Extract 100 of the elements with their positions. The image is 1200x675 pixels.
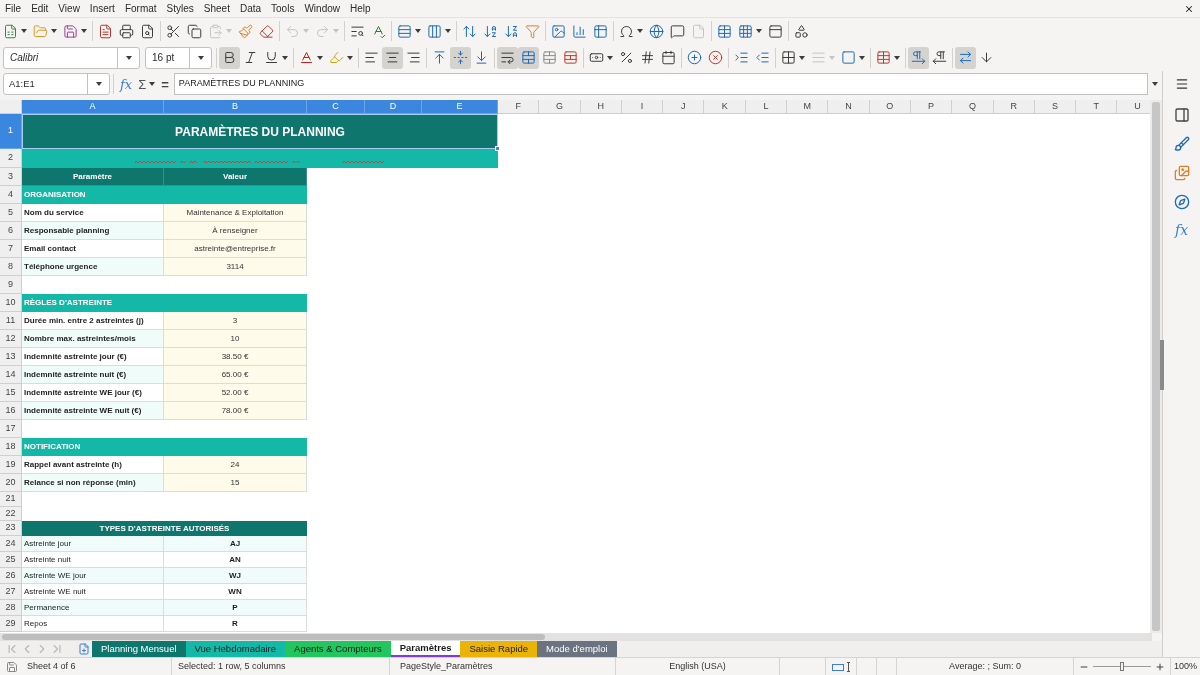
menu-item[interactable]: Window	[299, 0, 345, 17]
dropdown-caret-icon[interactable]	[197, 55, 204, 60]
dropdown-caret-icon[interactable]	[859, 55, 865, 60]
sheet-tab[interactable]: Saisie Rapide	[460, 641, 538, 657]
column-header[interactable]: K	[704, 100, 746, 114]
row-header[interactable]: 17	[0, 420, 22, 438]
menu-item[interactable]: Tools	[266, 0, 300, 17]
font-name-field[interactable]: Calibri	[3, 46, 140, 69]
split-cells-icon[interactable]	[563, 50, 578, 65]
table-icon[interactable]	[876, 50, 891, 65]
wrap-text-button[interactable]	[497, 46, 518, 69]
row-header[interactable]: 14	[0, 366, 22, 384]
search-icon[interactable]	[350, 23, 365, 39]
row-header[interactable]: 8	[0, 258, 22, 276]
column-header[interactable]: P	[910, 100, 953, 114]
dropdown-caret-icon[interactable]	[317, 55, 323, 60]
row-header[interactable]: 12	[0, 330, 22, 348]
globe-icon[interactable]	[649, 23, 664, 39]
dropdown-caret-icon[interactable]	[81, 29, 87, 33]
sort-descending-icon[interactable]	[504, 23, 519, 39]
zoom-reading[interactable]: 100%	[1174, 659, 1197, 674]
column-header[interactable]: G	[539, 100, 581, 114]
align-right-icon[interactable]	[406, 50, 421, 65]
table-icon[interactable]	[593, 23, 608, 39]
formula-input[interactable]: PARAMÈTRES DU PLANNING	[173, 73, 1148, 95]
save-icon[interactable]	[63, 23, 78, 39]
menu-item[interactable]: Insert	[84, 0, 120, 17]
down-arrow-icon[interactable]	[979, 50, 994, 65]
row-header[interactable]: 20	[0, 474, 22, 492]
menu-item[interactable]: File	[0, 0, 27, 17]
borders-icon[interactable]	[781, 50, 796, 65]
dropdown-caret-icon[interactable]	[21, 29, 27, 33]
row-header[interactable]: 25	[0, 552, 22, 568]
row-header[interactable]: 9	[0, 276, 22, 294]
font-color-icon[interactable]	[299, 50, 314, 65]
indent-increase-icon[interactable]	[734, 50, 749, 65]
dropdown-caret-icon[interactable]	[95, 82, 102, 86]
title-cell[interactable]: PARAMÈTRES DU PLANNING	[22, 114, 498, 149]
columns-icon[interactable]	[427, 23, 442, 39]
row-header[interactable]: 2	[0, 149, 22, 168]
document-icon[interactable]	[98, 23, 113, 39]
document-search-icon[interactable]	[140, 23, 155, 39]
italic-icon[interactable]	[243, 50, 258, 65]
language[interactable]: English (USA)	[669, 659, 726, 674]
row-header[interactable]: 3	[0, 168, 22, 186]
panel-icon[interactable]	[768, 23, 783, 39]
percent-icon[interactable]	[619, 50, 634, 65]
plus-icon[interactable]	[1155, 661, 1165, 672]
dropdown-caret-icon[interactable]	[799, 55, 805, 60]
align-top-icon[interactable]	[432, 50, 447, 65]
row-header[interactable]: 11	[0, 312, 22, 330]
row-header[interactable]: 16	[0, 402, 22, 420]
align-bottom-icon[interactable]	[474, 50, 489, 65]
save-icon[interactable]	[6, 660, 18, 673]
row-header[interactable]: 23	[0, 521, 22, 536]
underline-icon[interactable]	[264, 50, 279, 65]
image-icon[interactable]	[551, 23, 566, 39]
column-header[interactable]: F	[498, 100, 540, 114]
column-header[interactable]: C	[307, 100, 365, 114]
menu-item[interactable]: Edit	[26, 0, 54, 17]
dropdown-caret-icon[interactable]	[445, 29, 451, 33]
spellcheck-icon[interactable]	[371, 23, 386, 39]
row-header[interactable]: 15	[0, 384, 22, 402]
column-header[interactable]: B	[164, 100, 307, 114]
selection-handle-icon[interactable]	[495, 146, 500, 151]
sheet-tab[interactable]: Planning Mensuel	[92, 641, 186, 657]
name-box[interactable]: A1:E1	[3, 73, 110, 95]
dropdown-caret-icon[interactable]	[149, 82, 156, 86]
dropdown-caret-icon[interactable]	[51, 29, 57, 33]
indent-decrease-icon[interactable]	[755, 50, 770, 65]
dropdown-caret-icon[interactable]	[637, 29, 643, 33]
menu-item[interactable]: Styles	[161, 0, 199, 17]
column-header[interactable]: S	[1034, 100, 1077, 114]
font-size-field[interactable]: 16 pt	[145, 46, 212, 69]
functions-button[interactable]: fx	[1174, 223, 1189, 237]
merge-cells-button[interactable]	[518, 46, 539, 69]
compass-icon[interactable]	[1173, 194, 1190, 210]
bold-button[interactable]	[219, 46, 240, 69]
comment-icon[interactable]	[670, 23, 685, 39]
column-header[interactable]: A	[22, 100, 164, 114]
align-middle-button[interactable]	[450, 46, 471, 69]
dropdown-caret-icon[interactable]	[415, 29, 421, 33]
column-header[interactable]: R	[993, 100, 1035, 114]
row-header[interactable]: 22	[0, 507, 22, 521]
column-header[interactable]: J	[663, 100, 705, 114]
column-header[interactable]: T	[1076, 100, 1118, 114]
align-center-button[interactable]	[382, 46, 403, 69]
row-header[interactable]: 29	[0, 616, 22, 632]
page-plus-icon[interactable]	[78, 643, 90, 655]
grid-icon[interactable]	[738, 23, 753, 39]
align-left-icon[interactable]	[364, 50, 379, 65]
dropdown-caret-icon[interactable]	[1152, 82, 1158, 86]
menu-item[interactable]: Sheet	[198, 0, 235, 17]
horizontal-arrows-button[interactable]	[955, 46, 976, 69]
pilcrow-right-button[interactable]	[908, 46, 929, 69]
column-header[interactable]: U	[1117, 100, 1150, 114]
column-header[interactable]: N	[828, 100, 870, 114]
function-wizard-button[interactable]: fx	[120, 77, 133, 91]
column-header[interactable]: L	[745, 100, 788, 114]
selection-mode-icon[interactable]	[831, 661, 851, 672]
